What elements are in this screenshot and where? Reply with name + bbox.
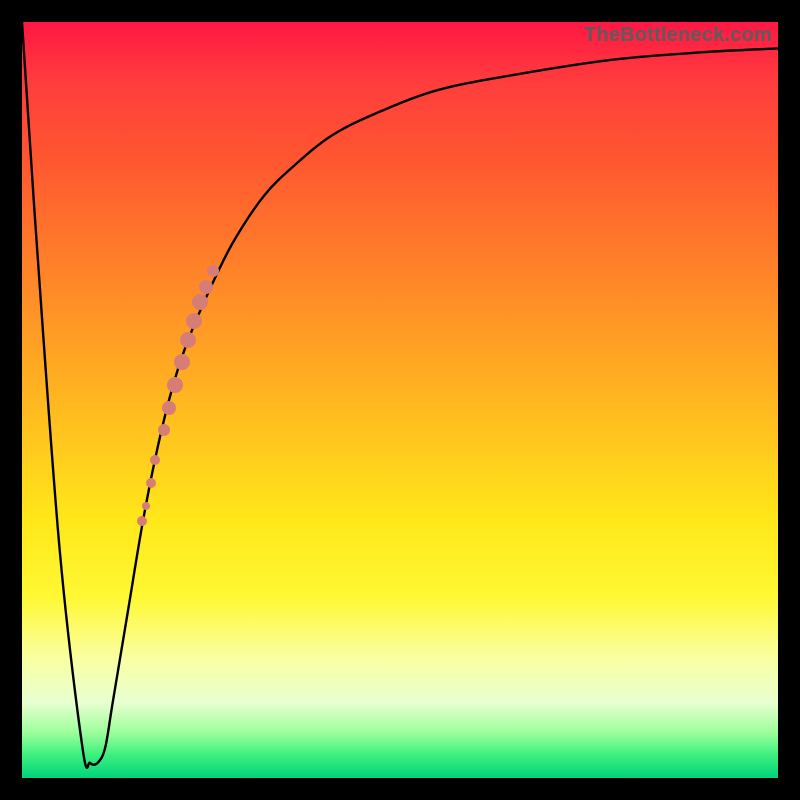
curve-marker <box>180 332 196 348</box>
curve-marker <box>199 280 213 294</box>
curve-marker <box>142 502 150 510</box>
curve-marker <box>207 265 219 277</box>
curve-markers <box>22 22 778 778</box>
chart-frame: TheBottleneck.com <box>0 0 800 800</box>
curve-marker <box>167 377 183 393</box>
plot-area: TheBottleneck.com <box>22 22 778 778</box>
curve-marker <box>174 354 190 370</box>
curve-marker <box>162 401 176 415</box>
curve-marker <box>137 516 147 526</box>
curve-marker <box>150 455 160 465</box>
curve-marker <box>186 313 202 329</box>
curve-marker <box>158 424 170 436</box>
curve-marker <box>146 478 156 488</box>
curve-marker <box>192 294 208 310</box>
